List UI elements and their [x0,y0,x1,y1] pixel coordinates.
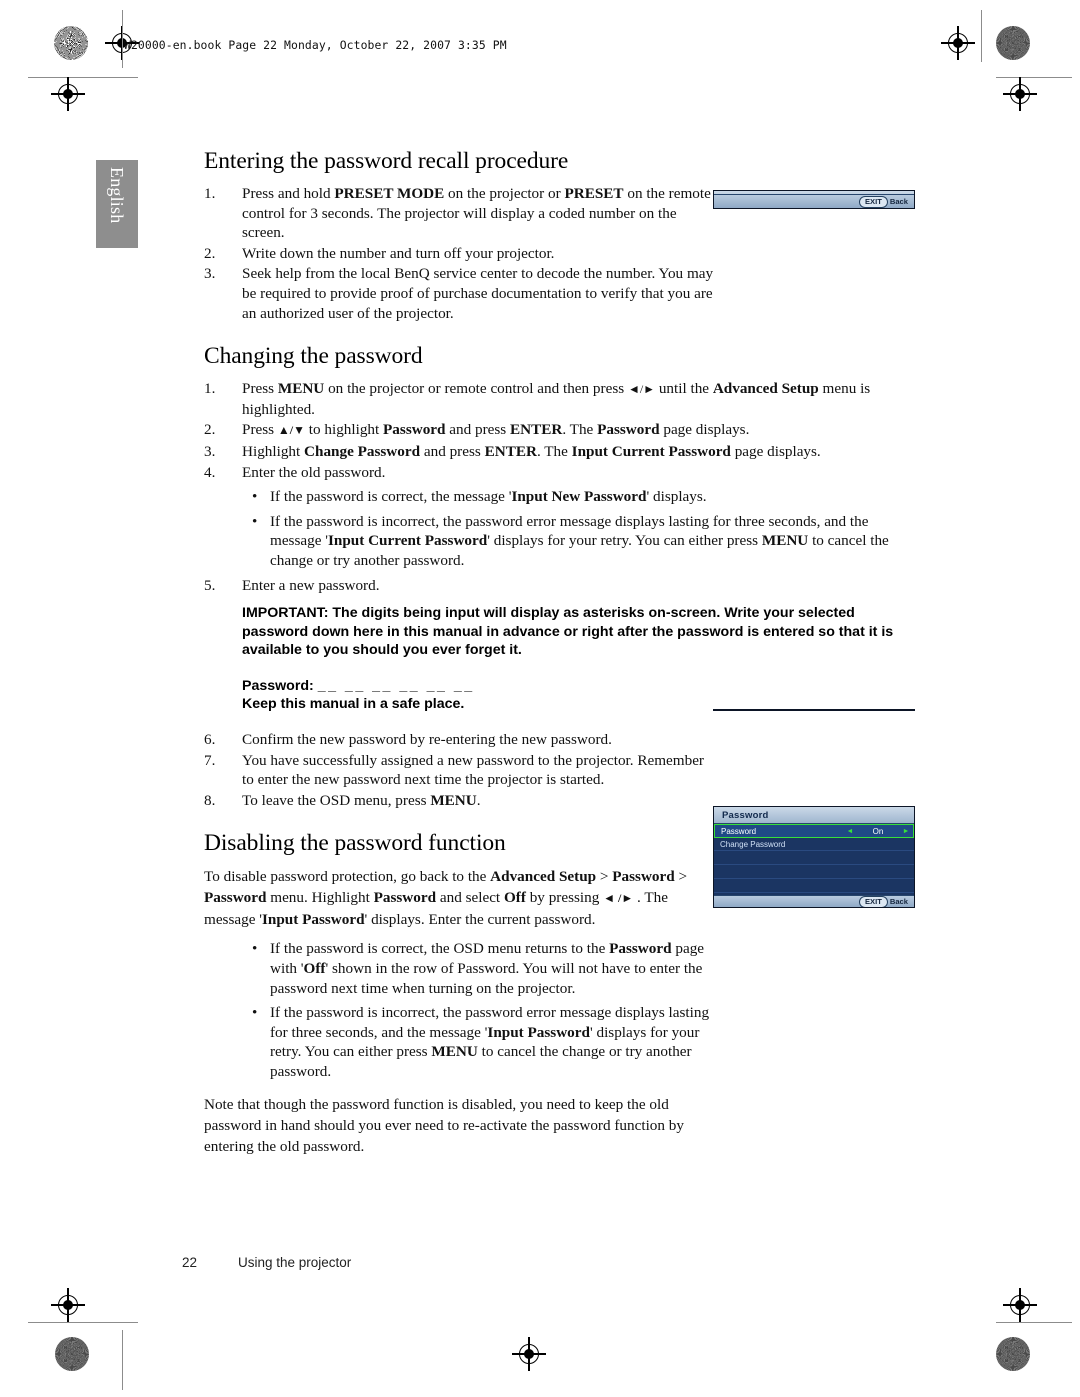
osd-footer-bar: EXIT Back [714,194,914,208]
bullet-text: If the password is incorrect, the passwo… [270,1004,710,1080]
osd-frame: Recall Password Please write down the re… [713,190,915,209]
step-number: 6. [204,731,216,749]
osd-frame: Password Password ◄ On ► Change Password… [713,806,915,908]
language-tab-label: English [107,167,127,224]
step4-bullets: • If the password is correct, the messag… [242,487,920,570]
list-item: • If the password is correct, the OSD me… [242,939,920,998]
step-number: 5. [204,576,216,594]
registration-target-left [51,77,85,111]
bullet-marker: • [252,1004,258,1022]
menu-row-empty [714,879,914,893]
exit-action-label: Back [889,197,908,206]
heading-changing-the-password: Changing the password [204,343,423,370]
trim-line-bottom-right-h [996,1322,1072,1324]
menu-row-value: On [872,826,884,836]
list-item: • If the password is incorrect, the pass… [242,512,920,571]
osd-password-changed-banner: Password Changed [713,709,915,788]
menu-row-change-password[interactable]: Change Password [714,838,914,851]
bullet-text: If the password is incorrect, the passwo… [270,512,889,569]
osd-title-bar: Password [714,807,914,824]
list-item: 5. Enter a new password. [204,576,920,596]
password-write-in-blanks[interactable]: __ __ __ __ __ __ [318,678,475,694]
disabling-closing-note: Note that though the password function i… [204,1095,684,1155]
disabling-intro-paragraph: To disable password protection, go back … [204,868,688,929]
menu-row-label: Password [721,826,757,836]
bullet-text: If the password is correct, the OSD menu… [270,940,705,997]
registration-target-bottom-left [51,1288,85,1322]
step-number: 7. [204,751,216,769]
list-item: 2. Press ▲/▼ to highlight Password and p… [204,420,920,441]
heading-entering-password-recall: Entering the password recall procedure [204,148,569,174]
step-number: 1. [204,185,216,202]
step-text: Press and hold PRESET MODE on the projec… [242,185,711,242]
osd-recall-password-dialog: Recall Password Please write down the re… [713,190,915,321]
list-item: 3. Highlight Change Password and press E… [204,442,920,462]
osd-password-menu: Password Password ◄ On ► Change Password… [713,806,915,908]
step-text: To leave the OSD menu, press MENU. [242,791,481,809]
menu-row-label: Change Password [720,839,786,849]
footer-section-label: Using the projector [238,1255,352,1270]
list-item: • If the password is correct, the messag… [242,487,920,507]
exit-action-label: Back [889,897,908,906]
osd-footer-bar: EXIT Back [714,895,914,907]
step-text: Enter the old password. [242,463,386,481]
registration-rosette-top-left [54,26,88,60]
footer-page-number: 22 [182,1255,198,1270]
step-number: 1. [204,380,216,398]
step-text: You have successfully assigned a new pas… [242,751,704,789]
disabling-bullets: • If the password is correct, the OSD me… [242,939,920,1081]
registration-target-bottom-center [512,1337,546,1371]
registration-target-top-right [941,26,975,60]
menu-row-empty [714,851,914,865]
page-footer: 22 Using the projector [182,1255,351,1270]
registration-target-right [1003,77,1037,111]
chevron-right-icon[interactable]: ► [899,828,913,835]
registration-rosette-top-right [996,26,1030,60]
list-item: 4. Enter the old password. [204,463,920,483]
changing-steps-list-part1: 1. Press MENU on the projector or remote… [204,379,920,482]
step-text: Highlight Change Password and press ENTE… [242,442,821,460]
bullet-text: If the password is correct, the message … [270,488,707,506]
step-text: Press MENU on the projector or remote co… [242,380,871,418]
list-item: • If the password is incorrect, the pass… [242,1003,920,1081]
page-canvas: W20000-en.book Page 22 Monday, October 2… [0,0,1080,1397]
language-tab-english: English [96,160,138,248]
menu-row-empty [714,865,914,879]
step-number: 3. [204,442,216,460]
bullet-marker: • [252,940,258,958]
registration-rosette-bottom-left [55,1337,89,1371]
step-text: Enter a new password. [242,576,380,594]
menu-row-password[interactable]: Password ◄ On ► [714,824,914,838]
step-text: Seek help from the local BenQ service ce… [242,265,714,322]
bullet-marker: • [252,512,258,530]
changing-steps-list-part2: 5. Enter a new password. [204,576,920,596]
trim-line-top-right-v [981,10,983,62]
osd-frame: Password Changed [713,709,915,711]
step-text: Press ▲/▼ to highlight Password and pres… [242,421,750,439]
exit-key-badge[interactable]: EXIT [858,195,888,208]
step-text: Write down the number and turn off your … [242,244,555,262]
step-number: 8. [204,791,216,809]
chevron-left-icon[interactable]: ◄ [843,828,857,835]
trim-line-bottom-left-v [121,1330,123,1390]
trim-line-top-left-v [121,10,123,68]
step-number: 2. [204,421,216,439]
bullet-marker: • [252,488,258,506]
step-number: 4. [204,463,216,481]
registration-rosette-bottom-right [996,1337,1030,1371]
print-slug-line: W20000-en.book Page 22 Monday, October 2… [124,38,507,52]
step-number: 3. [204,265,216,283]
password-write-in-label: Password: [242,677,314,694]
registration-target-bottom-right [1003,1288,1037,1322]
important-notice: IMPORTANT: The digits being input will d… [242,605,894,659]
exit-key-badge[interactable]: EXIT [858,895,888,907]
step-text: Confirm the new password by re-entering … [242,731,612,749]
trim-line-bottom-left-h [28,1322,138,1324]
list-item: 1. Press MENU on the projector or remote… [204,379,920,419]
step-number: 2. [204,244,216,262]
password-write-in-line: Password: __ __ __ __ __ __ [242,677,920,696]
